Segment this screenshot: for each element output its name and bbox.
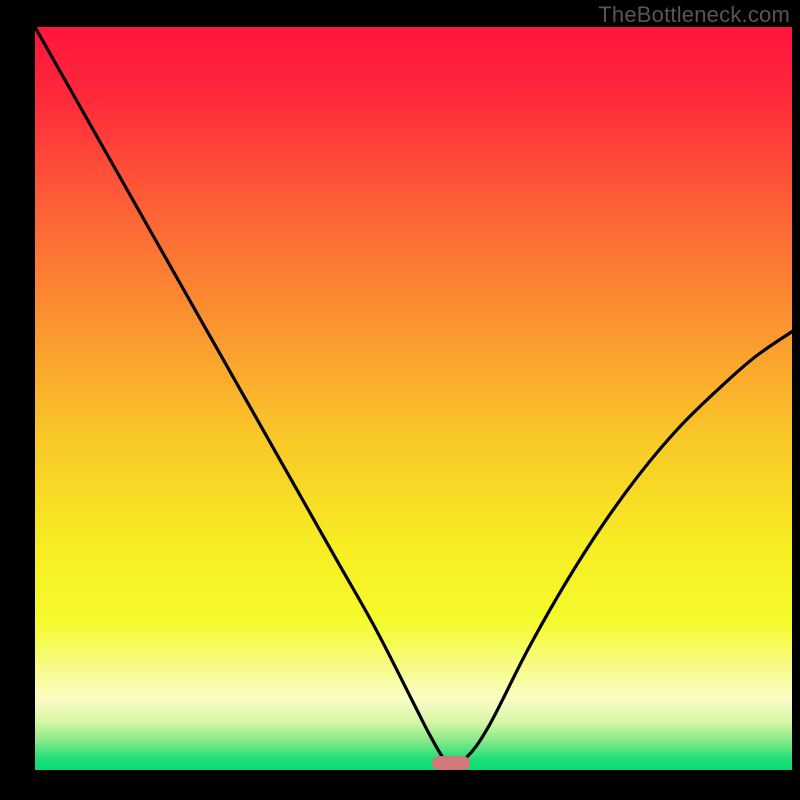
chart-frame: TheBottleneck.com (0, 0, 800, 800)
plot-area (35, 27, 792, 770)
optimal-marker (432, 756, 470, 770)
watermark-text: TheBottleneck.com (598, 2, 790, 28)
background-gradient (35, 27, 792, 770)
